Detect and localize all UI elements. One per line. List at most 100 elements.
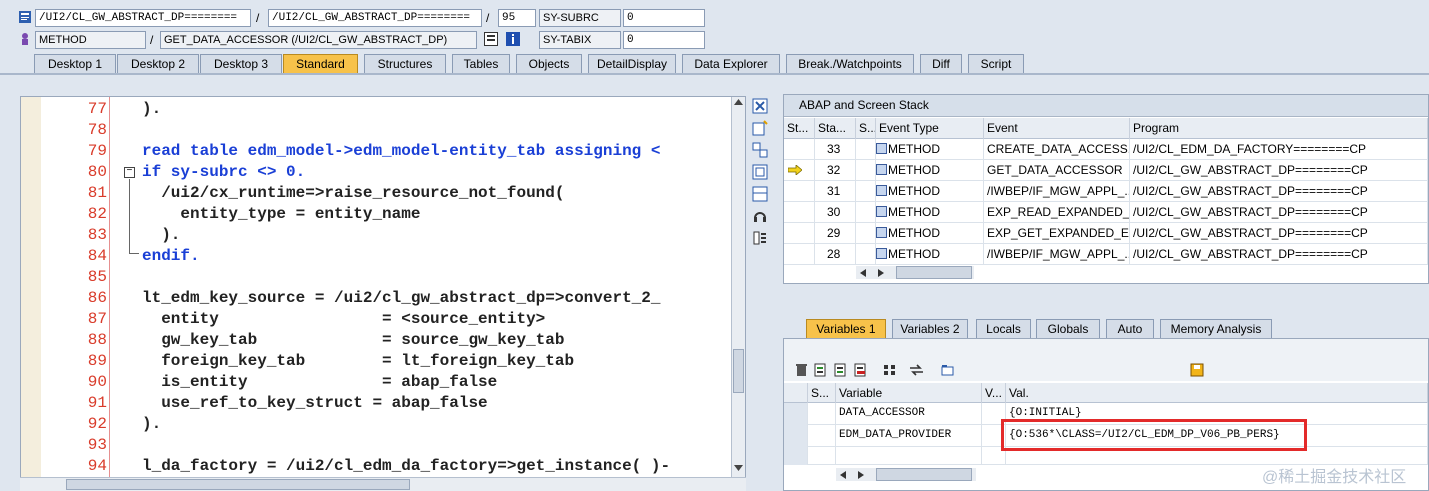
stack-row[interactable]: 28 METHOD /IWBEP/IF_MGW_APPL_... /UI2/CL… [784, 244, 1428, 265]
breakpoint-gutter[interactable] [21, 97, 41, 477]
sy-subrc-value[interactable]: 0 [623, 9, 705, 27]
col-header[interactable]: Variable [836, 383, 982, 403]
scroll-thumb[interactable] [876, 468, 972, 481]
program-field[interactable]: /UI2/CL_GW_ABSTRACT_DP======== [35, 9, 251, 27]
col-header[interactable]: Event Type [876, 118, 984, 139]
row-selector[interactable] [784, 425, 808, 447]
editor-vertical-scrollbar[interactable] [731, 97, 745, 477]
scroll-thumb[interactable] [66, 479, 410, 490]
row-selector[interactable] [784, 403, 808, 425]
row-selector[interactable] [784, 447, 808, 465]
tab-auto[interactable]: Auto [1106, 319, 1154, 339]
scroll-left-icon[interactable] [860, 269, 866, 277]
tab-desktop-3[interactable]: Desktop 3 [200, 54, 282, 74]
tab-memory-analysis[interactable]: Memory Analysis [1160, 319, 1272, 339]
sy-tabix-value[interactable]: 0 [623, 31, 705, 49]
display-list-icon[interactable] [484, 32, 498, 46]
variables-table-header: S... Variable V... Val. [784, 383, 1428, 403]
tab-tables[interactable]: Tables [452, 54, 510, 74]
tab-variables-1[interactable]: Variables 1 [806, 319, 886, 339]
line-number: 78 [87, 121, 107, 139]
col-header[interactable]: S... [808, 383, 836, 403]
stack-row[interactable]: 31 METHOD /IWBEP/IF_MGW_APPL_... /UI2/CL… [784, 181, 1428, 202]
new-tool-icon[interactable] [752, 120, 768, 136]
stack-row[interactable]: 30 METHOD EXP_READ_EXPANDED_... /UI2/CL_… [784, 202, 1428, 223]
code-line: /ui2/cx_runtime=>raise_resource_not_foun… [142, 184, 565, 202]
editor-horizontal-scrollbar[interactable] [20, 477, 746, 491]
tab-diff[interactable]: Diff [920, 54, 962, 74]
scroll-right-icon[interactable] [878, 269, 884, 277]
current-line-arrow-icon [788, 165, 802, 175]
transfer-icon[interactable] [909, 363, 924, 377]
scroll-right-icon[interactable] [858, 471, 864, 479]
layout-icon[interactable] [752, 186, 768, 202]
event-type-text: METHOD [888, 247, 940, 261]
tab-breakpoints[interactable]: Break./Watchpoints [786, 54, 914, 74]
code-line: entity = <source_entity> [142, 310, 546, 328]
event-cell: EXP_GET_EXPANDED_E... [984, 223, 1130, 244]
row-marker [784, 202, 815, 223]
col-header[interactable]: S... [856, 118, 876, 139]
col-header[interactable]: Event [984, 118, 1130, 139]
info-icon[interactable] [506, 32, 520, 46]
event-type-cell: METHOD [876, 181, 984, 202]
append-row-icon[interactable] [834, 363, 849, 377]
row-spacer [856, 244, 876, 265]
scroll-thumb[interactable] [733, 349, 744, 393]
tab-locals[interactable]: Locals [976, 319, 1031, 339]
event-type-cell: METHOD [876, 244, 984, 265]
event-cell: CREATE_DATA_ACCESS... [984, 139, 1130, 160]
structure-icon[interactable] [883, 363, 898, 377]
remove-row-icon[interactable] [854, 363, 869, 377]
scroll-left-icon[interactable] [840, 471, 846, 479]
include-field[interactable]: /UI2/CL_GW_ABSTRACT_DP======== [268, 9, 482, 27]
fold-toggle-icon[interactable]: − [124, 167, 135, 178]
scroll-up-icon[interactable] [734, 99, 743, 105]
delete-icon[interactable] [794, 363, 809, 377]
variables-horizontal-scrollbar[interactable] [836, 468, 976, 481]
scroll-thumb[interactable] [896, 266, 972, 279]
variable-name[interactable]: EDM_DATA_PROVIDER [836, 425, 982, 447]
tab-standard[interactable]: Standard [283, 54, 358, 74]
col-header[interactable]: V... [982, 383, 1006, 403]
tab-globals[interactable]: Globals [1036, 319, 1100, 339]
tab-data-explorer[interactable]: Data Explorer [682, 54, 780, 74]
tab-detail-display[interactable]: DetailDisplay [588, 54, 676, 74]
tab-desktop-2[interactable]: Desktop 2 [117, 54, 199, 74]
method-row-icon [876, 248, 887, 259]
insert-row-icon[interactable] [814, 363, 829, 377]
event-type-text: METHOD [888, 142, 940, 156]
col-header[interactable]: Program [1130, 118, 1428, 139]
close-icon[interactable] [752, 98, 768, 114]
open-folder-icon[interactable] [940, 363, 955, 377]
tab-structures[interactable]: Structures [364, 54, 446, 74]
headset-icon[interactable] [752, 208, 768, 224]
code-editor[interactable]: 77 78 79 80 81 82 83 84 85 86 87 88 89 9… [20, 96, 746, 478]
stack-row[interactable]: 29 METHOD EXP_GET_EXPANDED_E... /UI2/CL_… [784, 223, 1428, 244]
tab-script[interactable]: Script [968, 54, 1024, 74]
tab-divider [0, 73, 1429, 75]
save-icon[interactable] [1190, 363, 1205, 377]
line-number: 87 [87, 310, 107, 328]
variable-name[interactable]: DATA_ACCESSOR [836, 403, 982, 425]
tab-variables-2[interactable]: Variables 2 [892, 319, 968, 339]
scroll-down-icon[interactable] [734, 465, 743, 471]
tab-desktop-1[interactable]: Desktop 1 [34, 54, 116, 74]
stack-level: 32 [815, 160, 856, 181]
variable-name[interactable] [836, 447, 982, 465]
col-header[interactable]: Sta... [815, 118, 856, 139]
line-field[interactable]: 95 [498, 9, 536, 27]
stack-row-current[interactable]: 32 METHOD GET_DATA_ACCESSOR /UI2/CL_GW_A… [784, 160, 1428, 181]
line-number: 79 [87, 142, 107, 160]
tab-objects[interactable]: Objects [516, 54, 582, 74]
services-icon[interactable] [752, 230, 768, 246]
line-number: 82 [87, 205, 107, 223]
event-type-field: METHOD [35, 31, 146, 49]
col-header[interactable]: Val. [1006, 383, 1428, 403]
stack-horizontal-scrollbar[interactable] [856, 266, 974, 279]
swap-tool-icon[interactable] [752, 142, 768, 158]
maximize-icon[interactable] [752, 164, 768, 180]
col-header[interactable]: St... [784, 118, 815, 139]
stack-row[interactable]: 33 METHOD CREATE_DATA_ACCESS... /UI2/CL_… [784, 139, 1428, 160]
row-spacer [856, 202, 876, 223]
